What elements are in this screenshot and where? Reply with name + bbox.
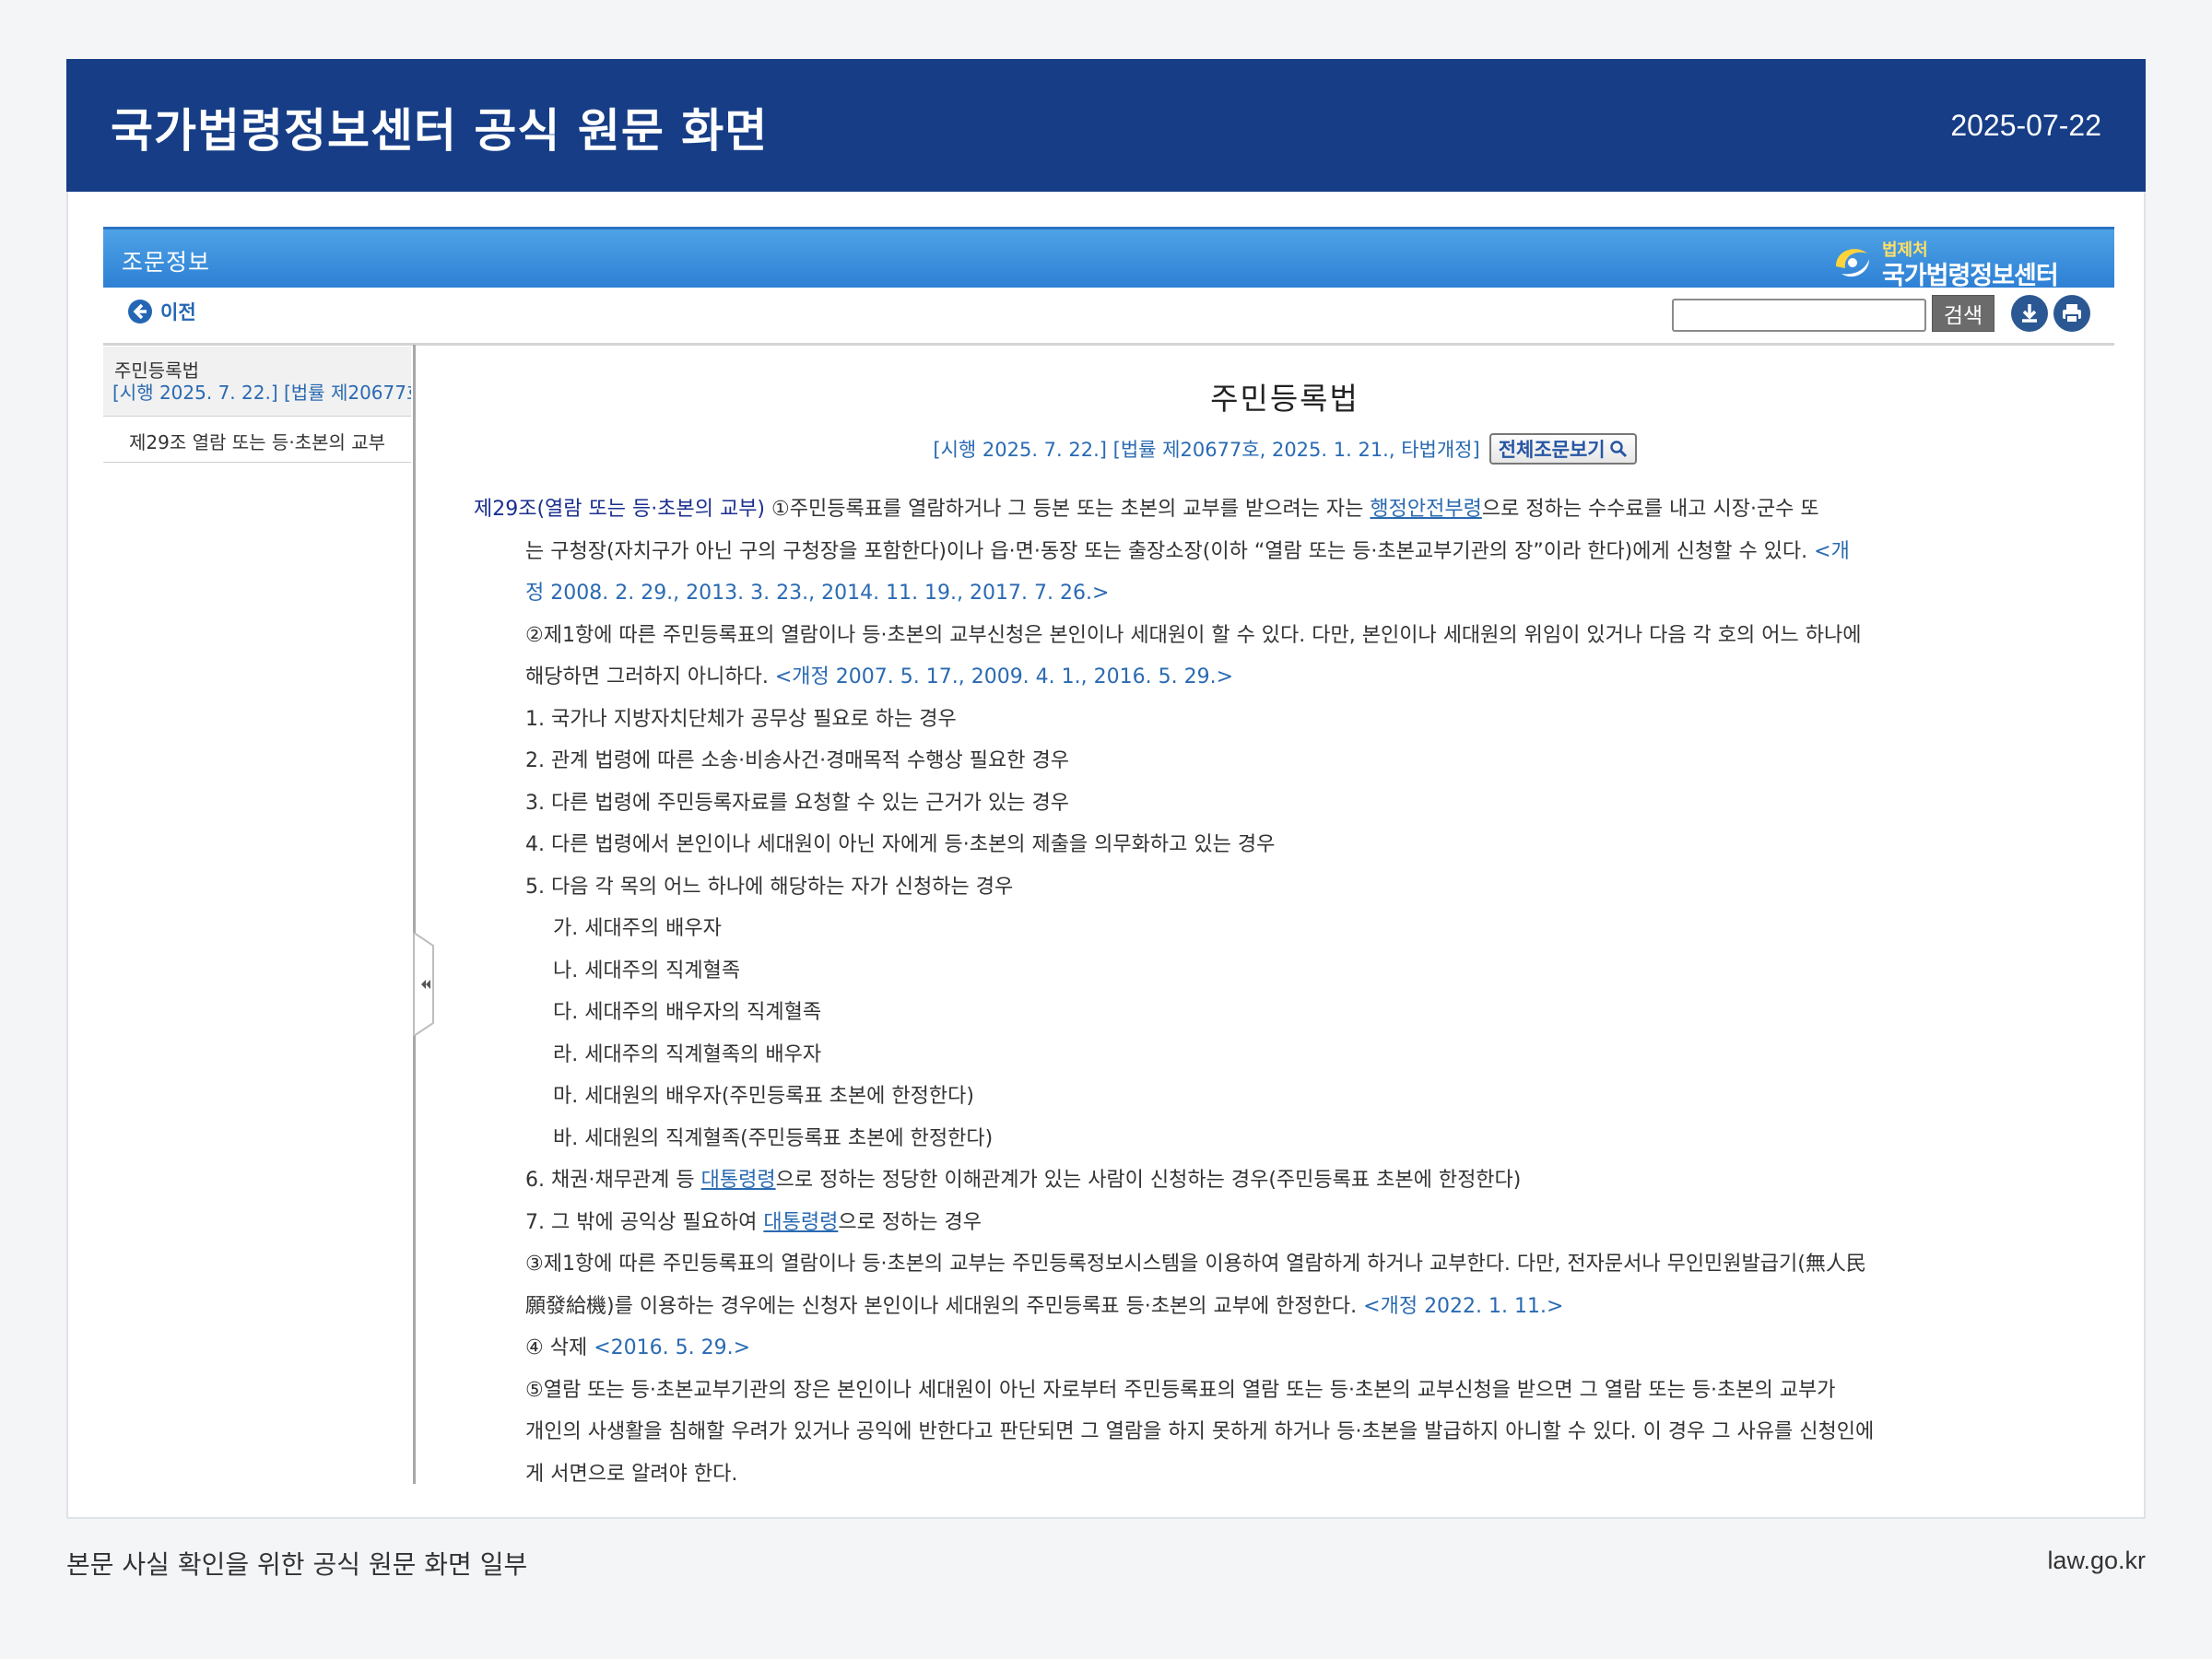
p5-line-1: ⑤열람 또는 등·초본교부기관의 장은 본인이나 세대원이 아닌 자로부터 주민… [525, 1378, 1836, 1402]
p4-text: ④ 삭제 [525, 1336, 594, 1359]
footer-source[interactable]: law.go.kr [2047, 1547, 2146, 1575]
p3-text-b: 願發給機)를 이용하는 경우에는 신청자 본인이나 세대원의 주민등록표 등·초… [525, 1294, 1364, 1318]
p2-line-1: ②제1항에 따른 주민등록표의 열람이나 등·초본의 교부신청은 본인이나 세대… [525, 623, 1862, 647]
p5-line-2: 개인의 사생활을 침해할 우려가 있거나 공익에 반한다고 판단되면 그 열람을… [525, 1420, 1875, 1443]
print-icon [2063, 304, 2081, 324]
sidebar-law-item[interactable]: 주민등록법 [시행 2025. 7. 22.] [법률 제20677호 [103, 347, 411, 417]
header-date: 2025-07-22 [1950, 109, 2101, 142]
article-body: 제29조(열람 또는 등·초본의 교부) ①주민등록표를 열람하거나 그 등본 … [474, 488, 2096, 1495]
p5-line-3: 게 서면으로 알려야 한다. [525, 1462, 738, 1486]
item7-text-a: 7. 그 밖에 공익상 필요하여 [525, 1210, 764, 1234]
law-title: 주민등록법 [1210, 381, 1359, 417]
list-item: 7. 그 밖에 공익상 필요하여 대통령령으로 정하는 경우 [474, 1202, 2096, 1244]
paragraph-3: ③제1항에 따른 주민등록표의 열람이나 등·초본의 교부는 주민등록정보시스템… [474, 1243, 2096, 1327]
item7-text-b: 으로 정하는 경우 [838, 1210, 982, 1234]
law-meta: [시행 2025. 7. 22.] [법률 제20677호, 2025. 1. … [933, 439, 1480, 461]
p1-text-c: 는 구청장(자치구가 아닌 구의 구청장을 포함한다)이나 읍·면·동장 또는 … [525, 539, 1815, 563]
p1-text-a: ①주민등록표를 열람하거나 그 등본 또는 초본의 교부를 받으려는 자는 [765, 498, 1371, 521]
page-header: 국가법령정보센터 공식 원문 화면 2025-07-22 [66, 59, 2146, 192]
prev-label: 이전 [160, 301, 196, 324]
list-item: 3. 다른 법령에 주민등록자료를 요청할 수 있는 근거가 있는 경우 [525, 791, 1069, 815]
list-item: 2. 관계 법령에 따른 소송·비송사건·경매목적 수행상 필요한 경우 [525, 749, 1069, 772]
title-bar-label: 조문정보 [122, 249, 211, 276]
download-button[interactable] [2011, 295, 2048, 332]
paragraph-1: 제29조(열람 또는 등·초본의 교부) ①주민등록표를 열람하거나 그 등본 … [474, 488, 2096, 615]
sidebar-article-label: 제29조 열람 또는 등·초본의 교부 [129, 431, 386, 453]
magnifier-icon [1609, 441, 1627, 458]
article-heading: 제29조(열람 또는 등·초본의 교부) [474, 498, 766, 521]
full-article-label: 전체조문보기 [1498, 439, 1606, 461]
sub-list-item: 나. 세대주의 직계혈족 [553, 959, 741, 982]
paragraph-5: ⑤열람 또는 등·초본교부기관의 장은 본인이나 세대원이 아닌 자로부터 주민… [474, 1370, 2096, 1496]
p2-amend: <개정 2007. 5. 17., 2009. 4. 1., 2016. 5. … [774, 665, 1234, 688]
sub-list-item: 가. 세대주의 배우자 [553, 917, 722, 940]
p1-continuation-2: 정 2008. 2. 29., 2013. 3. 23., 2014. 11. … [474, 572, 2096, 615]
paragraph-4: ④ 삭제 <2016. 5. 29.> [474, 1327, 2096, 1370]
item6-text-b: 으로 정하는 정당한 이해관계가 있는 사람이 신청하는 경우(주민등록표 초본… [775, 1169, 1522, 1192]
paragraph-2: ②제1항에 따른 주민등록표의 열람이나 등·초본의 교부신청은 본인이나 세대… [474, 615, 2096, 699]
list-item: 1. 국가나 지방자치단체가 공무상 필요로 하는 경우 [525, 707, 957, 731]
link-presidential-decree[interactable]: 대통령령 [763, 1211, 838, 1234]
p3-line-1: ③제1항에 따른 주민등록표의 열람이나 등·초본의 교부는 주민등록정보시스템… [525, 1253, 1866, 1276]
p2-line-2: 해당하면 그러하지 아니하다. <개정 2007. 5. 17., 2009. … [525, 656, 2096, 699]
p1-text-b: 으로 정하는 수수료를 내고 시장·군수 또 [1481, 498, 1819, 521]
screenshot-frame: 조문정보 법제처 국가법령정보센터 이전 검색 주민등록법 [시행 2025. … [66, 192, 2146, 1519]
sidebar-article-item[interactable]: 제29조 열람 또는 등·초본의 교부 [103, 418, 411, 463]
p3-line-2: 願發給機)를 이용하는 경우에는 신청자 본인이나 세대원의 주민등록표 등·초… [525, 1286, 2096, 1328]
law-meta-row: [시행 2025. 7. 22.] [법률 제20677호, 2025. 1. … [474, 433, 2096, 465]
sub-list-item: 바. 세대원의 직계혈족(주민등록표 초본에 한정한다) [553, 1126, 994, 1150]
p1-amend-a: <개 [1814, 539, 1850, 563]
collapse-sidebar-icon[interactable] [413, 933, 437, 1036]
download-icon [2022, 304, 2037, 323]
link-presidential-decree[interactable]: 대통령령 [701, 1169, 776, 1192]
p1-continuation: 는 구청장(자치구가 아닌 구의 구청장을 포함한다)이나 읍·면·동장 또는 … [474, 531, 2096, 573]
back-arrow-icon [128, 300, 152, 324]
p4-amend: <2016. 5. 29.> [594, 1336, 751, 1359]
link-ministry-ordinance[interactable]: 행정안전부령 [1370, 498, 1481, 521]
sidebar-law-meta: [시행 2025. 7. 22.] [법률 제20677호 [112, 382, 411, 404]
logo-mark-icon [1836, 249, 1869, 277]
logo-name: 국가법령정보센터 [1882, 262, 2059, 290]
sub-list-item: 다. 세대주의 배우자의 직계혈족 [553, 1001, 822, 1024]
p1-amend-b: 정 2008. 2. 29., 2013. 3. 23., 2014. 11. … [525, 582, 1110, 605]
title-bar: 조문정보 법제처 국가법령정보센터 [103, 227, 2114, 290]
p2-text-b: 해당하면 그러하지 아니하다. [525, 665, 775, 688]
toolbar-divider [103, 343, 2114, 346]
search-button[interactable]: 검색 [1932, 295, 1994, 332]
print-button[interactable] [2053, 295, 2090, 332]
full-article-button[interactable]: 전체조문보기 [1488, 433, 1637, 465]
list-item: 4. 다른 법령에서 본인이나 세대원이 아닌 자에게 등·초본의 제출을 의무… [525, 833, 1276, 856]
list-item: 6. 채권·채무관계 등 대통령령으로 정하는 정당한 이해관계가 있는 사람이… [474, 1159, 2096, 1202]
sidebar-divider [413, 345, 416, 1484]
law-center-logo[interactable]: 법제처 국가법령정보센터 [1829, 235, 2087, 290]
sub-list-item: 라. 세대주의 직계혈족의 배우자 [553, 1042, 822, 1066]
item6-text-a: 6. 채권·채무관계 등 [525, 1169, 701, 1192]
search-input[interactable] [1672, 299, 1926, 332]
prev-button[interactable]: 이전 [127, 295, 196, 328]
sub-list-item: 마. 세대원의 배우자(주민등록표 초본에 한정한다) [553, 1085, 974, 1108]
list-item: 5. 다음 각 목의 어느 하나에 해당하는 자가 신청하는 경우 [525, 875, 1014, 899]
footer-caption: 본문 사실 확인을 위한 공식 원문 화면 일부 [66, 1549, 528, 1580]
p3-amend: <개정 2022. 1. 11.> [1363, 1294, 1564, 1318]
header-title: 국가법령정보센터 공식 원문 화면 [111, 104, 769, 158]
